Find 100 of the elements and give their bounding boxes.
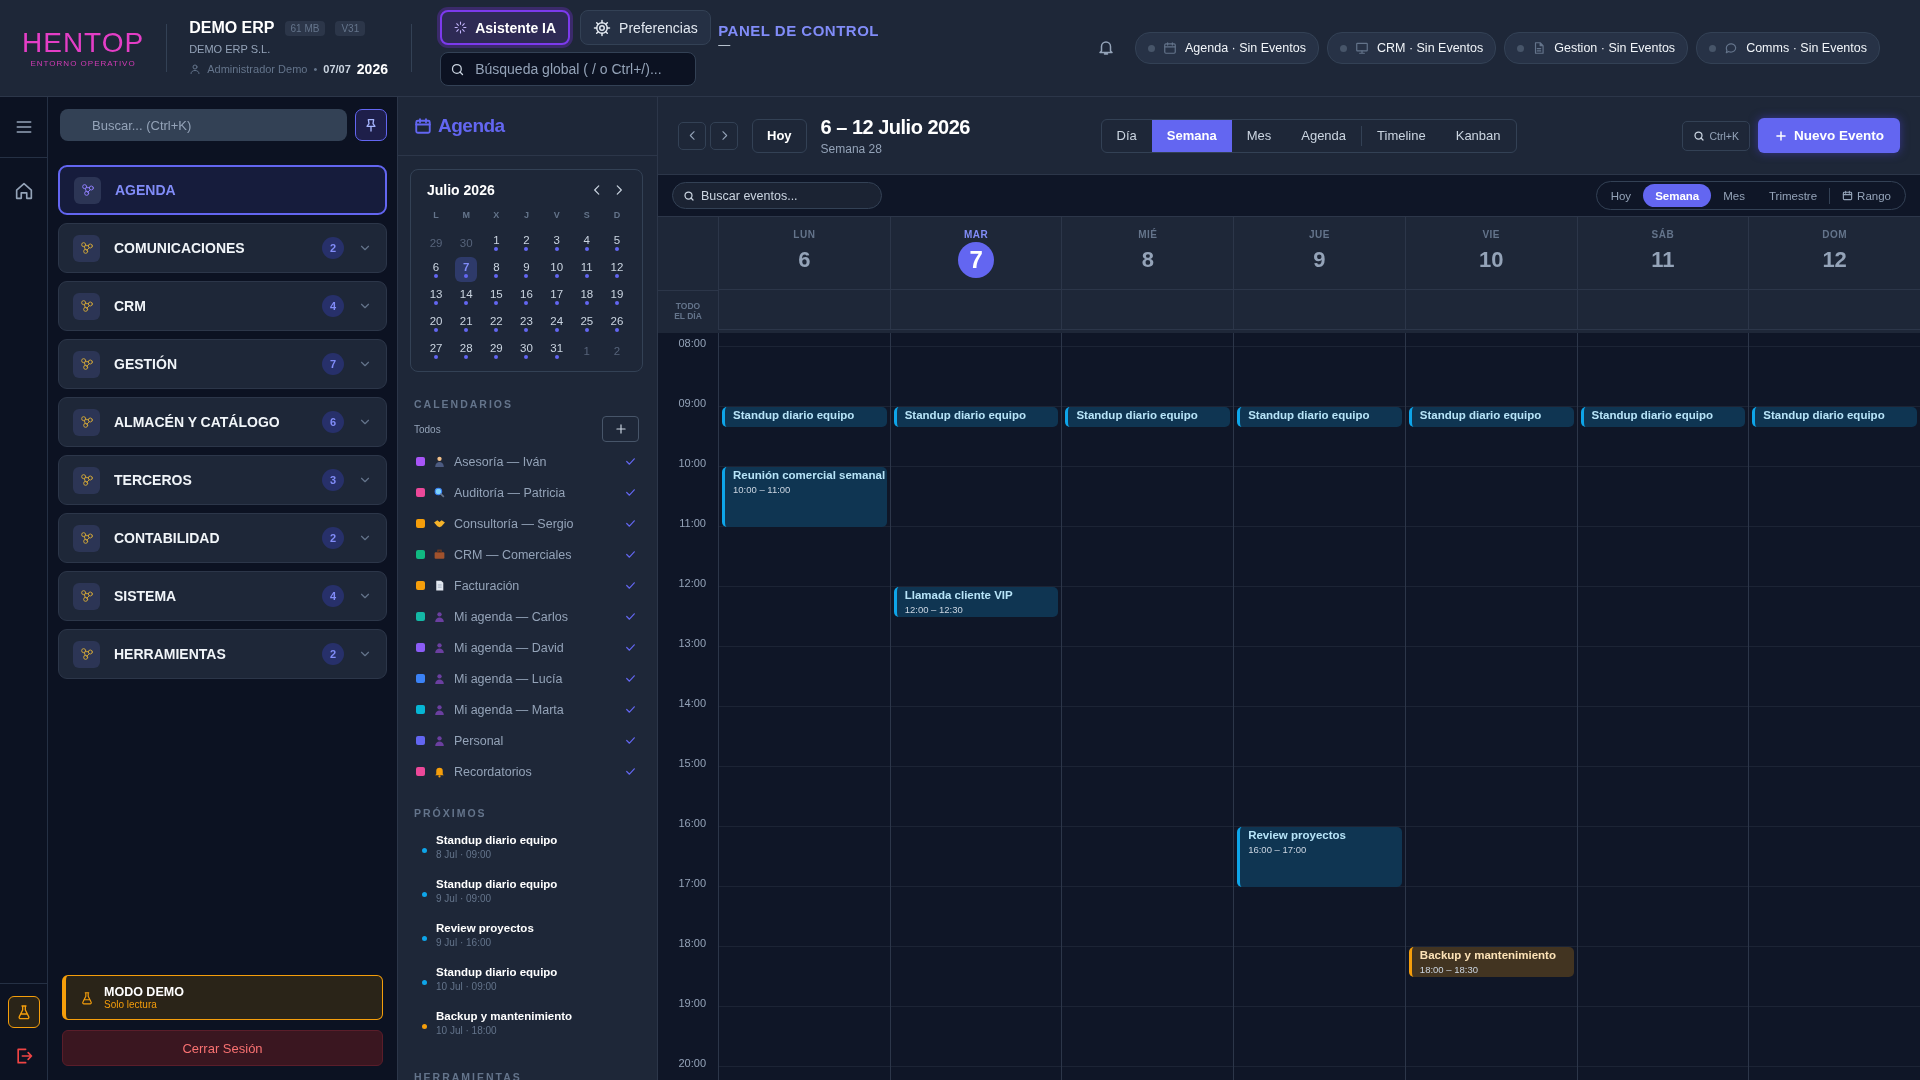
status-pill[interactable]: Comms · Sin Eventos (1696, 32, 1880, 64)
nav-item[interactable]: SISTEMA 4 (58, 571, 387, 621)
status-pill[interactable]: Agenda · Sin Eventos (1135, 32, 1319, 64)
nav-item[interactable]: CONTABILIDAD 2 (58, 513, 387, 563)
period-tab[interactable]: Rango (1830, 184, 1903, 207)
assistant-button[interactable]: Asistente IA (440, 10, 571, 45)
calendar-item[interactable]: Mi agenda — David (398, 632, 657, 663)
day-header[interactable]: MIÉ 8 (1061, 217, 1234, 290)
calendar-day[interactable]: 28 (455, 338, 478, 363)
global-search-field[interactable]: Búsqueda global ( / o Ctrl+/)... (440, 52, 697, 86)
event-card[interactable]: Reunión comercial semanal 10:00 – 11:00 (722, 467, 887, 527)
calendar-item[interactable]: Mi agenda — Carlos (398, 601, 657, 632)
status-pill[interactable]: Gestion · Sin Eventos (1504, 32, 1689, 64)
calendar-day[interactable]: 3 (545, 230, 568, 255)
preferences-button[interactable]: Preferencias (580, 10, 711, 45)
calendar-day[interactable]: 1 (485, 230, 508, 255)
date-label: 07/07 (323, 63, 351, 75)
logout-button[interactable]: Cerrar Sesión (62, 1030, 383, 1066)
event-card[interactable]: Standup diario equipo (1237, 407, 1402, 427)
search-button[interactable]: Ctrl+K (1681, 120, 1750, 151)
event-card[interactable]: Review proyectos 16:00 – 17:00 (1237, 827, 1402, 887)
event-card[interactable]: Standup diario equipo (1580, 407, 1746, 427)
view-tab[interactable]: Semana (1151, 119, 1232, 152)
search-field[interactable]: Buscar... (Ctrl+K) (60, 109, 347, 141)
calendar-day[interactable]: 13 (425, 284, 448, 309)
nav-item[interactable]: TERCEROS 3 (58, 455, 387, 505)
weekday-label: M (461, 210, 471, 222)
calendar-day[interactable]: 17 (545, 284, 568, 309)
calendar-day[interactable]: 23 (515, 311, 538, 336)
period-tab[interactable]: Semana (1643, 184, 1712, 207)
calendar-day[interactable]: 30 (515, 338, 538, 363)
view-tab[interactable]: Mes (1231, 119, 1287, 152)
calendar-day[interactable]: 12 (605, 257, 628, 282)
event-card[interactable]: Backup y mantenimiento 18:00 – 18:30 (1408, 947, 1574, 977)
calendar-day[interactable]: 14 (455, 284, 478, 309)
demo-mode-button[interactable] (7, 996, 40, 1028)
calendar-day[interactable]: 29 (485, 338, 508, 363)
view-tab[interactable]: Kanban (1440, 119, 1516, 152)
nav-item[interactable]: AGENDA (58, 165, 387, 215)
calendar-item[interactable]: Consultoría — Sergio (398, 508, 657, 539)
calendar-item[interactable]: Personal (398, 725, 657, 756)
nav-item[interactable]: ALMACÉN Y CATÁLOGO 6 (58, 397, 387, 447)
event-card[interactable]: Standup diario equipo (893, 407, 1059, 427)
calendar-day[interactable]: 19 (605, 284, 628, 309)
calendar-day[interactable]: 20 (425, 311, 448, 336)
day-header[interactable]: DOM 12 (1748, 217, 1920, 290)
view-tab[interactable]: Timeline (1362, 119, 1441, 152)
calendar-day[interactable]: 16 (515, 284, 538, 309)
calendar-day[interactable]: 31 (545, 338, 568, 363)
event-title: Review proyectos (436, 922, 534, 934)
add-calendar-button[interactable] (602, 416, 639, 442)
event-card[interactable]: Llamada cliente VIP 12:00 – 12:30 (893, 587, 1059, 617)
event-card[interactable]: Standup diario equipo (1408, 407, 1574, 427)
day-header[interactable]: VIE 10 (1404, 217, 1577, 290)
calendar-item[interactable]: Recordatorios (398, 756, 657, 787)
calendar-day[interactable]: 9 (515, 257, 538, 282)
calendar-item[interactable]: Mi agenda — Marta (398, 694, 657, 725)
calendar-day[interactable]: 27 (425, 338, 448, 363)
period-tab[interactable]: Trimestre (1756, 184, 1830, 207)
today-button[interactable]: Hoy (752, 118, 807, 153)
calendar-day[interactable]: 4 (575, 230, 598, 255)
calendar-day[interactable]: 7 (455, 257, 478, 282)
calendar-day[interactable]: 11 (575, 257, 598, 282)
nav-item[interactable]: COMUNICACIONES 2 (58, 223, 387, 273)
calendar-item[interactable]: Auditoría — Patricia (398, 477, 657, 508)
calendar-day[interactable]: 8 (485, 257, 508, 282)
nav-item[interactable]: HERRAMIENTAS 2 (58, 629, 387, 679)
view-tab[interactable]: Agenda (1286, 119, 1362, 152)
calendar-item[interactable]: Mi agenda — Lucía (398, 663, 657, 694)
day-header[interactable]: MAR 7 (889, 217, 1062, 290)
calendar-day[interactable]: 18 (575, 284, 598, 309)
event-card[interactable]: Standup diario equipo (722, 407, 887, 427)
calendar-day[interactable]: 21 (455, 311, 478, 336)
calendar-day[interactable]: 10 (545, 257, 568, 282)
event-card[interactable]: Standup diario equipo (1752, 407, 1917, 427)
event-card[interactable]: Standup diario equipo (1065, 407, 1231, 427)
notifications-icon[interactable] (1097, 39, 1115, 57)
pin-button[interactable] (355, 109, 387, 141)
calendar-item[interactable]: Facturación (398, 570, 657, 601)
calendar-day[interactable]: 15 (485, 284, 508, 309)
calendar-item[interactable]: Asesoría — Iván (398, 446, 657, 477)
status-pill[interactable]: CRM · Sin Eventos (1326, 32, 1497, 64)
event-search-field[interactable]: Buscar eventos... (672, 182, 882, 209)
day-header[interactable]: SÁB 11 (1576, 217, 1749, 290)
calendar-day[interactable]: 2 (515, 230, 538, 255)
calendar-day[interactable]: 24 (545, 311, 568, 336)
calendar-day[interactable]: 25 (575, 311, 598, 336)
nav-item[interactable]: GESTIÓN 7 (58, 339, 387, 389)
new-event-button[interactable]: Nuevo Evento (1757, 118, 1900, 153)
day-header[interactable]: LUN 6 (718, 217, 890, 290)
nav-item[interactable]: CRM 4 (58, 281, 387, 331)
calendar-day[interactable]: 6 (425, 257, 448, 282)
calendar-item[interactable]: CRM — Comerciales (398, 539, 657, 570)
period-tab[interactable]: Hoy (1598, 184, 1644, 207)
day-header[interactable]: JUE 9 (1233, 217, 1405, 290)
calendar-day[interactable]: 22 (485, 311, 508, 336)
calendar-day[interactable]: 26 (605, 311, 628, 336)
view-tab[interactable]: Día (1101, 119, 1152, 152)
calendar-day[interactable]: 5 (605, 230, 628, 255)
period-tab[interactable]: Mes (1711, 184, 1757, 207)
